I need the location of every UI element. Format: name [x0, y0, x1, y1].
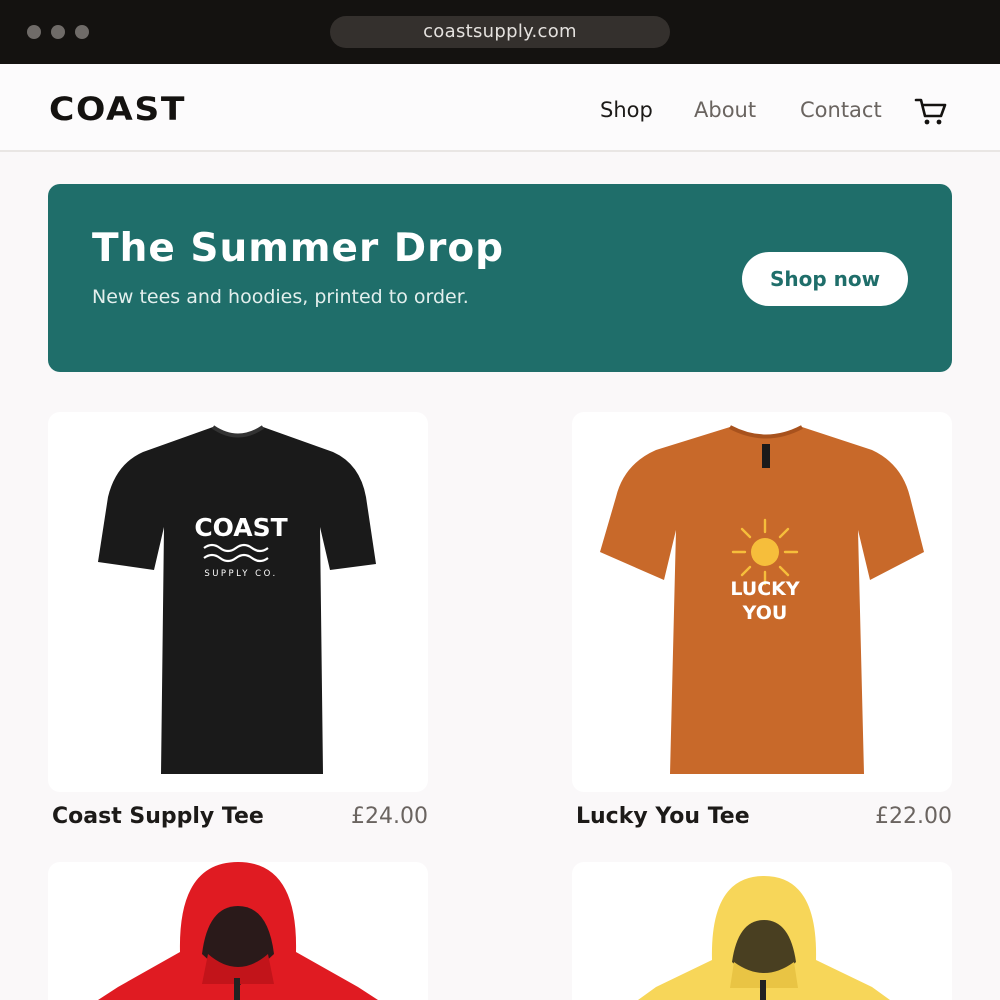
nav-link-shop[interactable]: Shop — [600, 98, 653, 122]
shirt-print-coast: COAST — [194, 513, 287, 542]
hero-banner: The Summer Drop New tees and hoodies, pr… — [48, 184, 952, 372]
product-name[interactable]: Coast Supply Tee — [52, 804, 264, 829]
nav-link-contact[interactable]: Contact — [800, 98, 882, 122]
browser-chrome: coastsupply.com — [0, 0, 1000, 64]
product-price: £24.00 — [351, 804, 428, 829]
product-name[interactable]: Lucky You Tee — [576, 804, 750, 829]
window-close-dot[interactable] — [27, 25, 41, 39]
product-card-red-hoodie[interactable] — [48, 862, 428, 1000]
shirt-print-you: YOU — [742, 602, 788, 624]
hero-title: The Summer Drop — [92, 226, 505, 271]
shirt-print-lucky: LUCKY — [730, 578, 800, 600]
shirt-print-supply: SUPPLY CO. — [204, 569, 277, 579]
site-logo[interactable]: COAST — [49, 90, 186, 128]
site-header: COAST Shop About Contact — [0, 64, 1000, 152]
cart-icon[interactable] — [914, 97, 948, 127]
red-hoodie-image — [98, 862, 378, 1000]
nav-link-about[interactable]: About — [694, 98, 756, 122]
yellow-hoodie-image — [638, 876, 890, 1000]
black-tshirt-image: COAST SUPPLY CO. — [98, 425, 376, 774]
product-card-yellow-hoodie[interactable] — [572, 862, 952, 1000]
window-maximize-dot[interactable] — [75, 25, 89, 39]
product-card-lucky-you-tee[interactable]: LUCKY YOU — [572, 412, 952, 792]
orange-tshirt-image: LUCKY YOU — [600, 425, 924, 774]
address-bar[interactable]: coastsupply.com — [330, 16, 670, 48]
product-card-coast-supply-tee[interactable]: COAST SUPPLY CO. — [48, 412, 428, 792]
window-minimize-dot[interactable] — [51, 25, 65, 39]
product-price: £22.00 — [875, 804, 952, 829]
hero-subtitle: New tees and hoodies, printed to order. — [92, 286, 469, 308]
shop-now-button[interactable]: Shop now — [742, 252, 908, 306]
